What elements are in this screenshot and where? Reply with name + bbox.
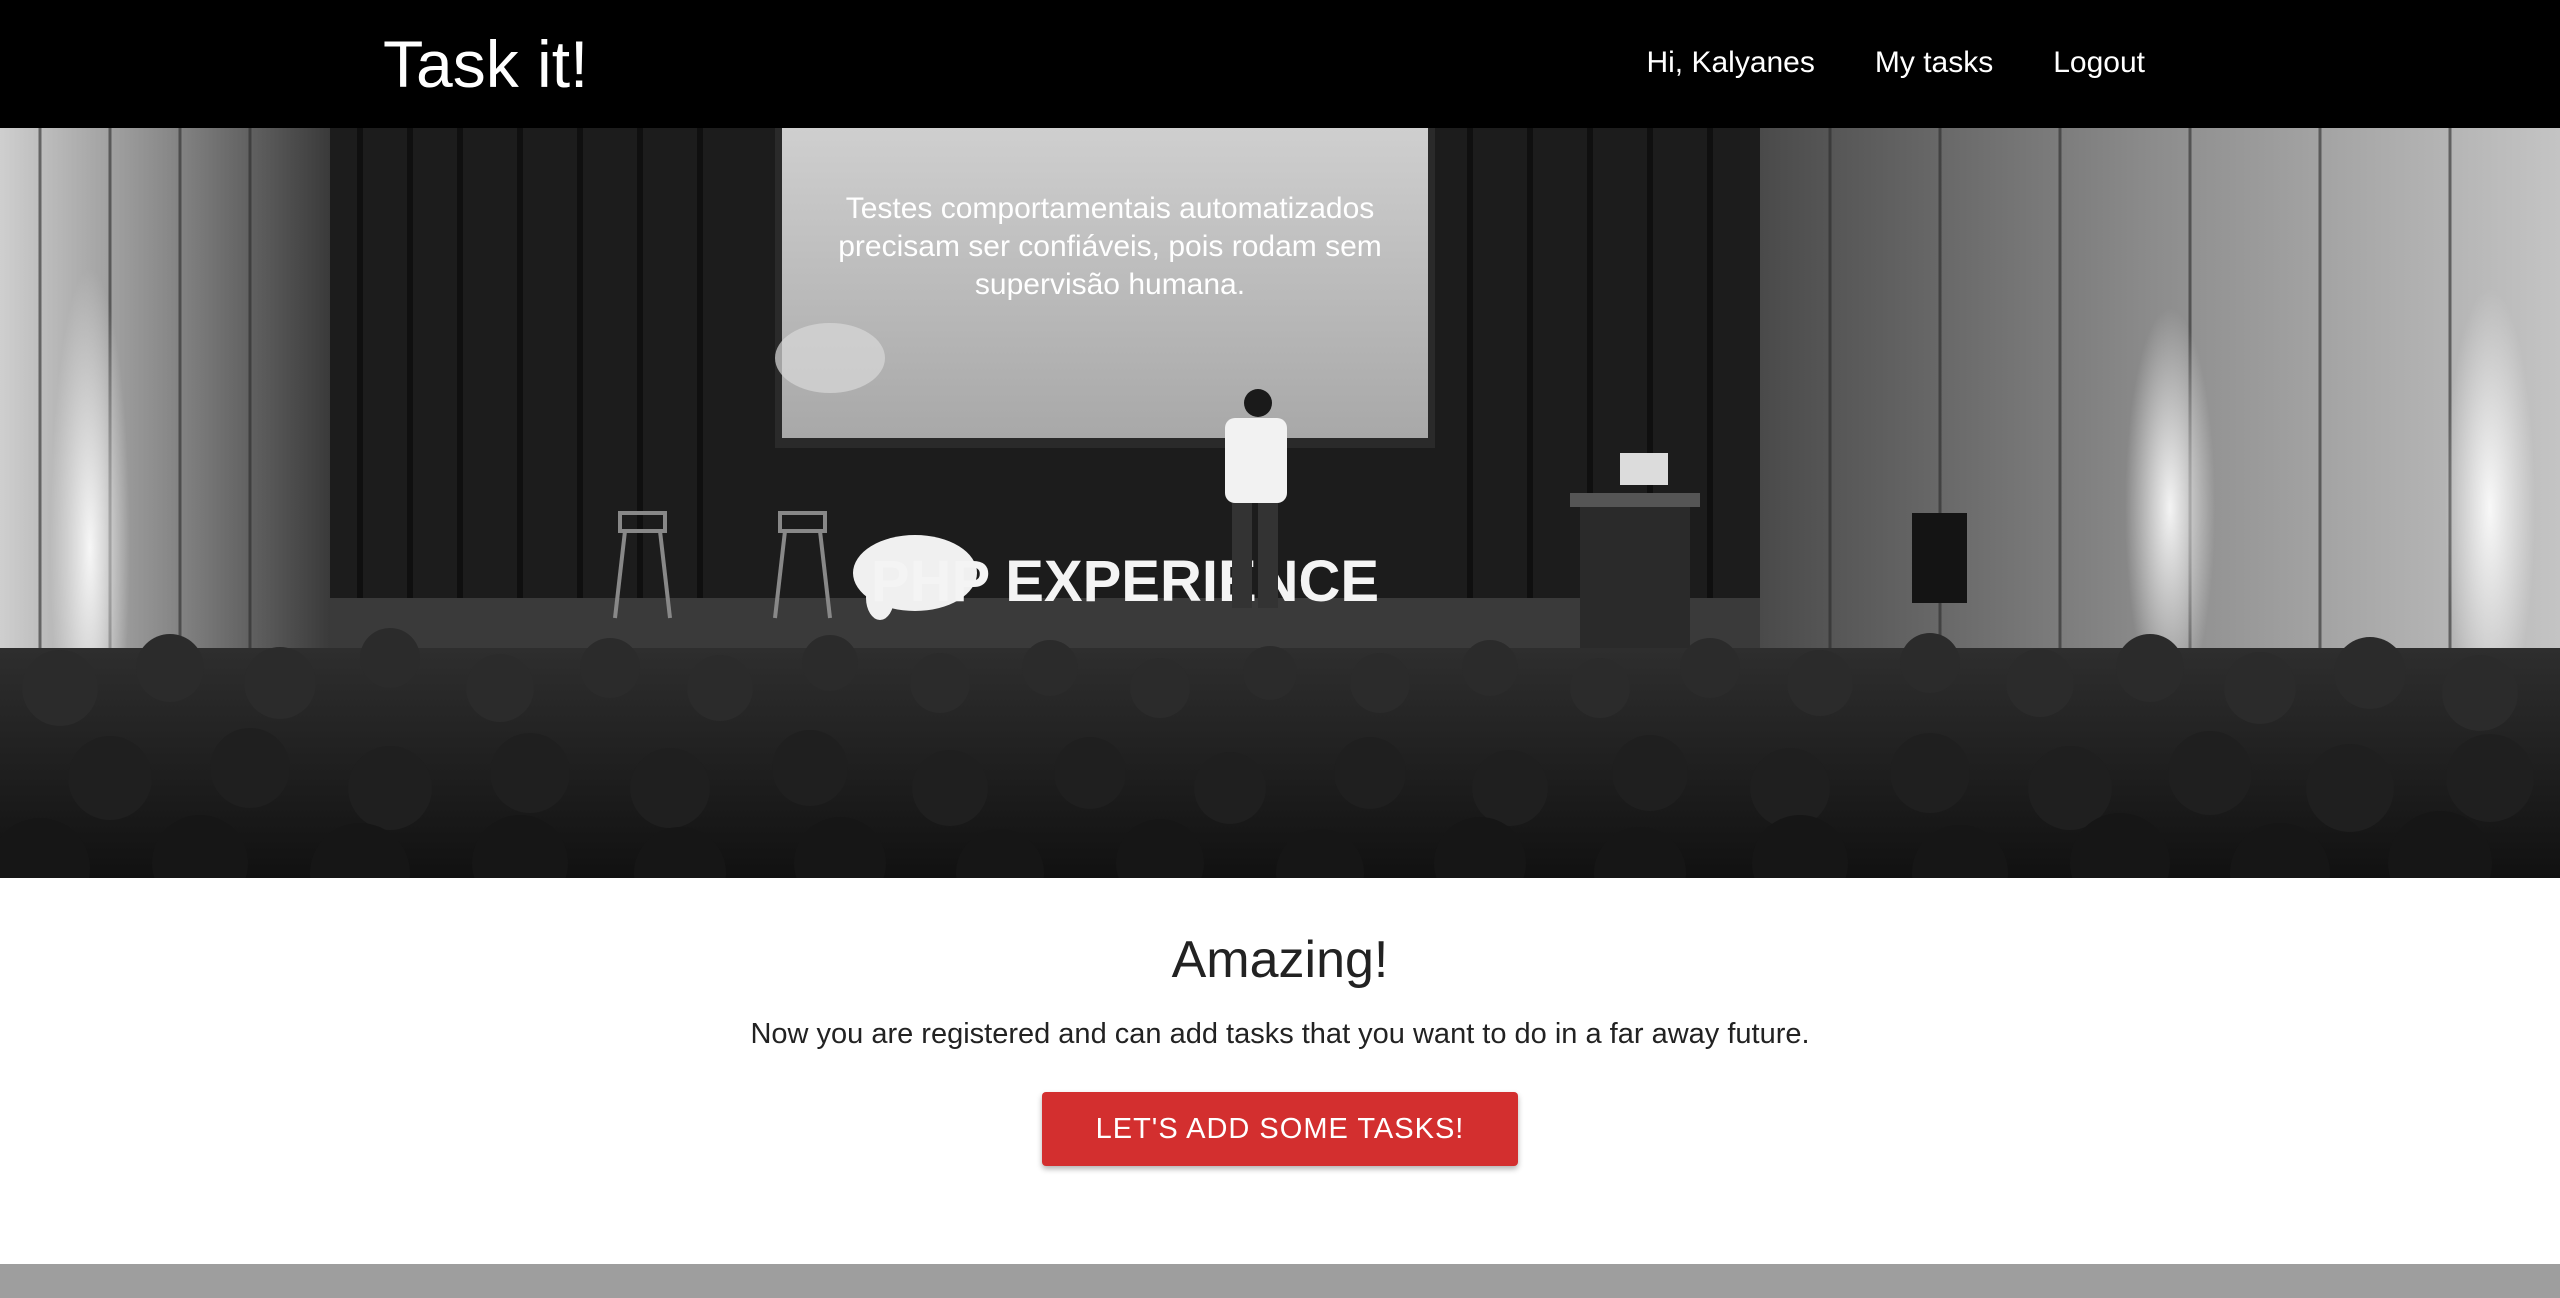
conference-photo: Testes comportamentais automatizados pre… bbox=[0, 128, 2560, 878]
nav-item-my-tasks: My tasks bbox=[1875, 42, 1993, 84]
hero-image: Testes comportamentais automatizados pre… bbox=[0, 128, 2560, 878]
add-tasks-button[interactable]: LET'S ADD SOME TASKS! bbox=[1042, 1092, 1518, 1166]
my-tasks-link[interactable]: My tasks bbox=[1875, 42, 1993, 84]
screen-text-line3: supervisão humana. bbox=[975, 268, 1245, 301]
nav-item-logout: Logout bbox=[2053, 42, 2145, 84]
brand-logo[interactable]: Task it! bbox=[383, 28, 588, 100]
navbar: Task it! Hi, Kalyanes My tasks Logout bbox=[0, 0, 2560, 128]
logout-link[interactable]: Logout bbox=[2053, 42, 2145, 84]
registration-message: Now you are registered and can add tasks… bbox=[750, 1018, 1810, 1050]
nav-links: Hi, Kalyanes My tasks Logout bbox=[1646, 42, 2145, 84]
banner-text: PHP EXPERIENCE bbox=[871, 549, 1379, 614]
nav-item-greeting: Hi, Kalyanes bbox=[1646, 42, 1814, 84]
page-title: Amazing! bbox=[1171, 931, 1389, 989]
screen-text-line2: precisam ser confiáveis, pois rodam sem bbox=[838, 230, 1382, 263]
screen-text-line1: Testes comportamentais automatizados bbox=[846, 192, 1375, 225]
main-content: Amazing! Now you are registered and can … bbox=[0, 878, 2560, 1264]
user-greeting-link[interactable]: Hi, Kalyanes bbox=[1646, 42, 1814, 84]
footer bbox=[0, 1264, 2560, 1298]
